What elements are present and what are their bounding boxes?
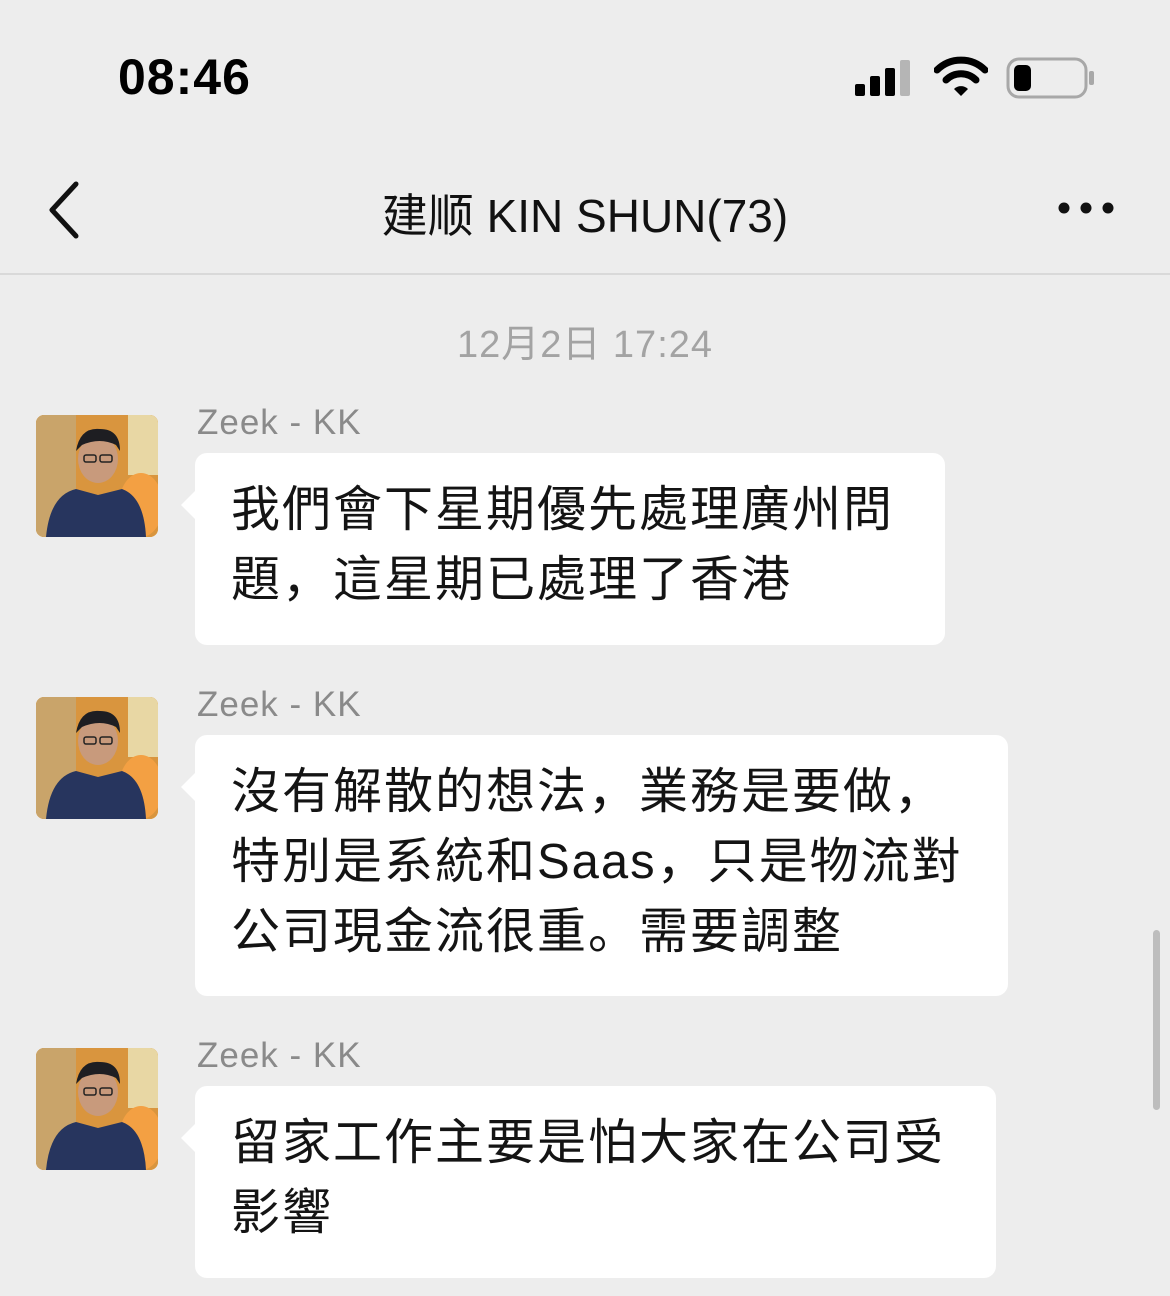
status-bar: 08:46 [0, 0, 1170, 150]
more-options-button[interactable] [1050, 186, 1122, 230]
message-text-line: 留家工作主要是怕大家在公司受 [231, 1116, 946, 1170]
avatar[interactable] [36, 1048, 158, 1170]
sender-name: Zeek - KK [197, 1036, 362, 1075]
chat-header: 建顺 KIN SHUN(73) [0, 150, 1170, 275]
ellipsis-icon [1058, 202, 1114, 214]
sender-name: Zeek - KK [197, 403, 362, 442]
scrollbar[interactable] [1153, 930, 1160, 1110]
message-text-line: 我們會下星期優先處理廣州問 [231, 483, 895, 537]
cellular-signal-icon [855, 58, 915, 98]
message-bubble[interactable]: 我們會下星期優先處理廣州問 題，這星期已處理了香港 [181, 453, 945, 645]
battery-icon [1006, 56, 1096, 100]
wifi-icon [933, 56, 989, 98]
chat-area[interactable]: 12月2日 17:24 Zeek - KK 我們會下星期優先處理廣州問 題，這星… [0, 275, 1170, 1296]
sender-name: Zeek - KK [197, 685, 362, 724]
message-text-line: 特別是系統和Saas，只是物流對 [231, 835, 963, 889]
chat-title: 建顺 KIN SHUN(73) [381, 190, 789, 242]
message-bubble[interactable]: 沒有解散的想法，業務是要做， 特別是系統和Saas，只是物流對 公司現金流很重。… [181, 735, 1008, 996]
message-timestamp: 12月2日 17:24 [456, 324, 714, 366]
message-text-line: 沒有解散的想法，業務是要做， [231, 765, 946, 819]
status-time: 08:46 [118, 49, 251, 105]
avatar[interactable] [36, 697, 158, 819]
message-text-line: 公司現金流很重。需要調整 [231, 905, 844, 959]
message-bubble[interactable]: 留家工作主要是怕大家在公司受 影響 [181, 1086, 996, 1278]
avatar[interactable] [36, 415, 158, 537]
message-text-line: 題，這星期已處理了香港 [231, 553, 793, 607]
message-text-line: 影響 [231, 1186, 334, 1240]
